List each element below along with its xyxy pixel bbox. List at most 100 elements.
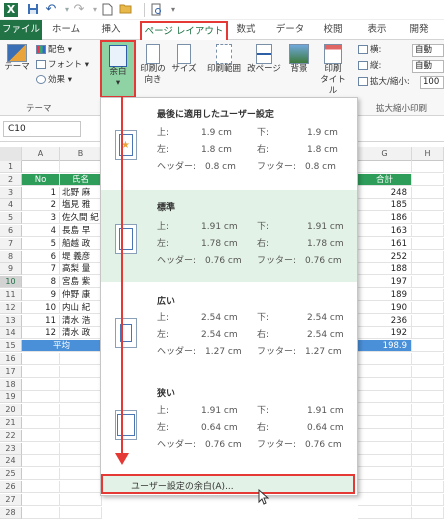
cell[interactable]	[412, 340, 444, 353]
cell[interactable]	[358, 481, 412, 493]
cell[interactable]: 内山 紀	[60, 301, 102, 314]
cell[interactable]: 佐久間 紀	[60, 212, 102, 225]
cell[interactable]: 190	[358, 301, 412, 314]
cell[interactable]	[358, 378, 412, 391]
cell[interactable]	[412, 161, 444, 173]
name-box[interactable]: C10	[3, 121, 81, 137]
open-folder-icon[interactable]	[118, 3, 132, 17]
select-all-corner[interactable]	[0, 147, 22, 161]
redo-icon[interactable]: ↷	[72, 3, 86, 17]
row-header[interactable]: 23	[0, 442, 22, 455]
cell[interactable]: 185	[358, 199, 412, 212]
margin-option-normal[interactable]: 標準	[101, 190, 357, 282]
cell[interactable]	[358, 493, 412, 506]
themes-button[interactable]: テーマ	[4, 44, 30, 73]
cell[interactable]	[358, 417, 412, 429]
cell[interactable]: 北野 麻	[60, 186, 102, 199]
row-header[interactable]: 18	[0, 378, 22, 391]
cell[interactable]	[60, 506, 102, 519]
row-header[interactable]: 24	[0, 455, 22, 468]
row-header[interactable]: 17	[0, 365, 22, 378]
row-header[interactable]: 9	[0, 263, 22, 276]
width-select[interactable]: 自動	[412, 44, 444, 57]
cell[interactable]	[60, 493, 102, 506]
cell[interactable]: 3	[22, 212, 60, 225]
row-header[interactable]: 20	[0, 404, 22, 417]
cell[interactable]	[412, 404, 444, 417]
row-header[interactable]: 8	[0, 250, 22, 263]
row-header[interactable]: 14	[0, 327, 22, 340]
average-label-cell[interactable]: 平均	[22, 340, 102, 353]
cell[interactable]: 12	[22, 327, 60, 340]
row-header[interactable]: 22	[0, 429, 22, 442]
cell[interactable]: 仲野 康	[60, 289, 102, 301]
cell[interactable]	[22, 353, 60, 365]
column-header-g[interactable]: G	[358, 147, 412, 161]
cell[interactable]	[412, 250, 444, 263]
row-header[interactable]: 7	[0, 237, 22, 250]
cell[interactable]	[412, 506, 444, 519]
cell[interactable]	[412, 481, 444, 493]
cell[interactable]	[358, 404, 412, 417]
cell[interactable]	[412, 378, 444, 391]
undo-icon[interactable]: ↶	[44, 3, 58, 17]
cell[interactable]: 堤 義彦	[60, 250, 102, 263]
cell[interactable]	[412, 327, 444, 340]
tab-home[interactable]: ホーム	[46, 20, 86, 40]
cell[interactable]	[60, 417, 102, 429]
effects-button[interactable]: 効果 ▾	[36, 74, 72, 87]
row-header[interactable]: 25	[0, 468, 22, 481]
orientation-button[interactable]: 印刷の 向き	[138, 44, 168, 86]
new-file-icon[interactable]	[100, 3, 114, 17]
scale-input[interactable]: 100	[420, 76, 444, 89]
row-header[interactable]: 13	[0, 314, 22, 327]
cell[interactable]	[22, 506, 60, 519]
cell[interactable]	[22, 481, 60, 493]
cell[interactable]: 長島 早	[60, 225, 102, 237]
column-header-a[interactable]: A	[22, 147, 60, 161]
row-header[interactable]: 3	[0, 186, 22, 199]
cell[interactable]	[412, 455, 444, 468]
cell[interactable]	[60, 442, 102, 455]
cell[interactable]	[358, 391, 412, 404]
table-header-cell[interactable]: No	[22, 173, 60, 186]
cell[interactable]: 清水 浩	[60, 314, 102, 327]
cell[interactable]	[412, 468, 444, 481]
cell[interactable]: 2	[22, 199, 60, 212]
cell[interactable]	[412, 493, 444, 506]
cell[interactable]	[412, 289, 444, 301]
cell[interactable]: 8	[22, 276, 60, 289]
cell[interactable]	[358, 455, 412, 468]
cell[interactable]	[412, 301, 444, 314]
table-header-cell[interactable]: 氏名	[60, 173, 102, 186]
row-header[interactable]: 28	[0, 506, 22, 519]
row-header[interactable]: 27	[0, 493, 22, 506]
cell[interactable]	[358, 429, 412, 442]
cell[interactable]: 高梨 量	[60, 263, 102, 276]
cell[interactable]	[412, 429, 444, 442]
tab-formulas[interactable]: 数式	[232, 20, 260, 40]
cell[interactable]: 161	[358, 237, 412, 250]
cell[interactable]	[22, 493, 60, 506]
colors-button[interactable]: 配色 ▾	[36, 44, 72, 57]
cell[interactable]: 塩見 雅	[60, 199, 102, 212]
row-header[interactable]: 2	[0, 173, 22, 186]
tab-review[interactable]: 校閲	[318, 20, 348, 40]
margin-option-wide[interactable]: 広い	[101, 282, 357, 374]
cell[interactable]	[22, 161, 60, 173]
table-header-cell[interactable]: 合計	[358, 173, 412, 186]
cell[interactable]: 清水 政	[60, 327, 102, 340]
cell[interactable]	[60, 365, 102, 378]
cell[interactable]: 4	[22, 225, 60, 237]
cell[interactable]: 10	[22, 301, 60, 314]
cell[interactable]: 1	[22, 186, 60, 199]
save-icon[interactable]	[26, 3, 40, 17]
cell[interactable]	[412, 314, 444, 327]
cell[interactable]: 189	[358, 289, 412, 301]
cell[interactable]	[60, 353, 102, 365]
column-header-h[interactable]: H	[412, 147, 444, 161]
cell[interactable]: 宮島 紫	[60, 276, 102, 289]
cell[interactable]: 船越 政	[60, 237, 102, 250]
tab-page-layout[interactable]: ページ レイアウト	[140, 21, 228, 41]
row-header[interactable]: 19	[0, 391, 22, 404]
